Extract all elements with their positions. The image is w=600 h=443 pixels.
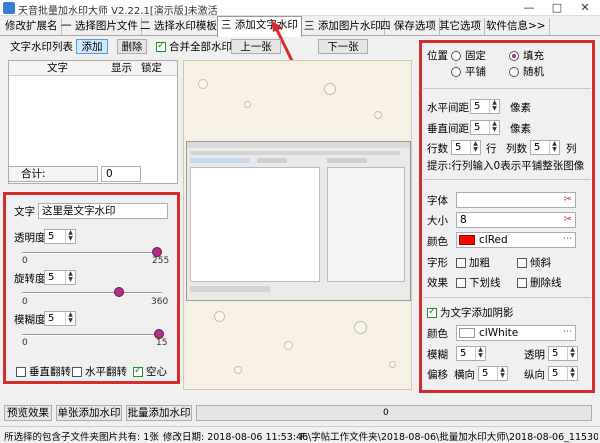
- prev-image-button[interactable]: 上一张: [231, 39, 281, 54]
- add-button[interactable]: 添加: [76, 39, 108, 54]
- next-image-button[interactable]: 下一张: [318, 39, 368, 54]
- total-value: 0: [106, 168, 113, 180]
- total-box: 合计:: [8, 166, 98, 182]
- tab-select-template[interactable]: 二 选择水印模板: [137, 18, 221, 35]
- column-text[interactable]: 文字: [47, 62, 68, 75]
- status-path: F:\字帖工作文件夹\2018-08-06\批量加水印大师\2018-08-06…: [300, 432, 598, 443]
- merge-all-checkbox[interactable]: [156, 40, 166, 52]
- tab-other-options[interactable]: 其它选项: [436, 18, 485, 35]
- window-title: 天音批量加水印大师 V2.22.1[演示版]未激活: [18, 6, 218, 17]
- delete-button[interactable]: 删除: [117, 39, 147, 54]
- progress-value: 0: [383, 408, 389, 418]
- preview-screenshot-image: [186, 141, 411, 301]
- merge-all-label: 合并全部水印: [169, 41, 232, 53]
- column-show[interactable]: 显示: [111, 62, 132, 75]
- batch-watermark-button[interactable]: 批量添加水印: [126, 405, 192, 421]
- tab-image-watermark[interactable]: 三 添加图片水印: [301, 18, 385, 35]
- single-watermark-button[interactable]: 单张添加水印: [56, 405, 122, 421]
- highlight-box-left: [3, 192, 180, 384]
- close-button[interactable]: ✕: [571, 0, 599, 16]
- progress-bar: 0: [196, 405, 592, 421]
- tab-rename-ext[interactable]: 修改扩展名: [2, 18, 62, 35]
- highlight-box-right: [419, 40, 595, 393]
- total-value-box: 0: [101, 166, 141, 182]
- tab-software-info[interactable]: 软件信息>>: [483, 18, 550, 35]
- app-logo-icon: [3, 2, 15, 14]
- title-bar: 天音批量加水印大师 V2.22.1[演示版]未激活 — □ ✕: [0, 0, 600, 17]
- status-modified: 修改日期: 2018-08-06 11:53:46: [163, 432, 309, 443]
- preview-button[interactable]: 预览效果: [4, 405, 52, 421]
- list-header: 文字 显示 锁定: [9, 61, 177, 76]
- total-label: 合计:: [21, 168, 46, 180]
- column-lock[interactable]: 锁定: [141, 62, 162, 75]
- minimize-button[interactable]: —: [515, 0, 543, 16]
- image-preview[interactable]: [183, 60, 412, 390]
- tab-select-images[interactable]: 一 选择图片文件: [58, 18, 142, 35]
- maximize-button[interactable]: □: [543, 0, 571, 16]
- status-file-count: 所选择的包含子文件夹图片共有: 1张: [4, 432, 159, 443]
- tab-save-options[interactable]: 四 保存选项: [377, 18, 440, 35]
- status-bar: 所选择的包含子文件夹图片共有: 1张 修改日期: 2018-08-06 11:5…: [0, 426, 600, 443]
- watermark-list-label: 文字水印列表: [10, 41, 73, 53]
